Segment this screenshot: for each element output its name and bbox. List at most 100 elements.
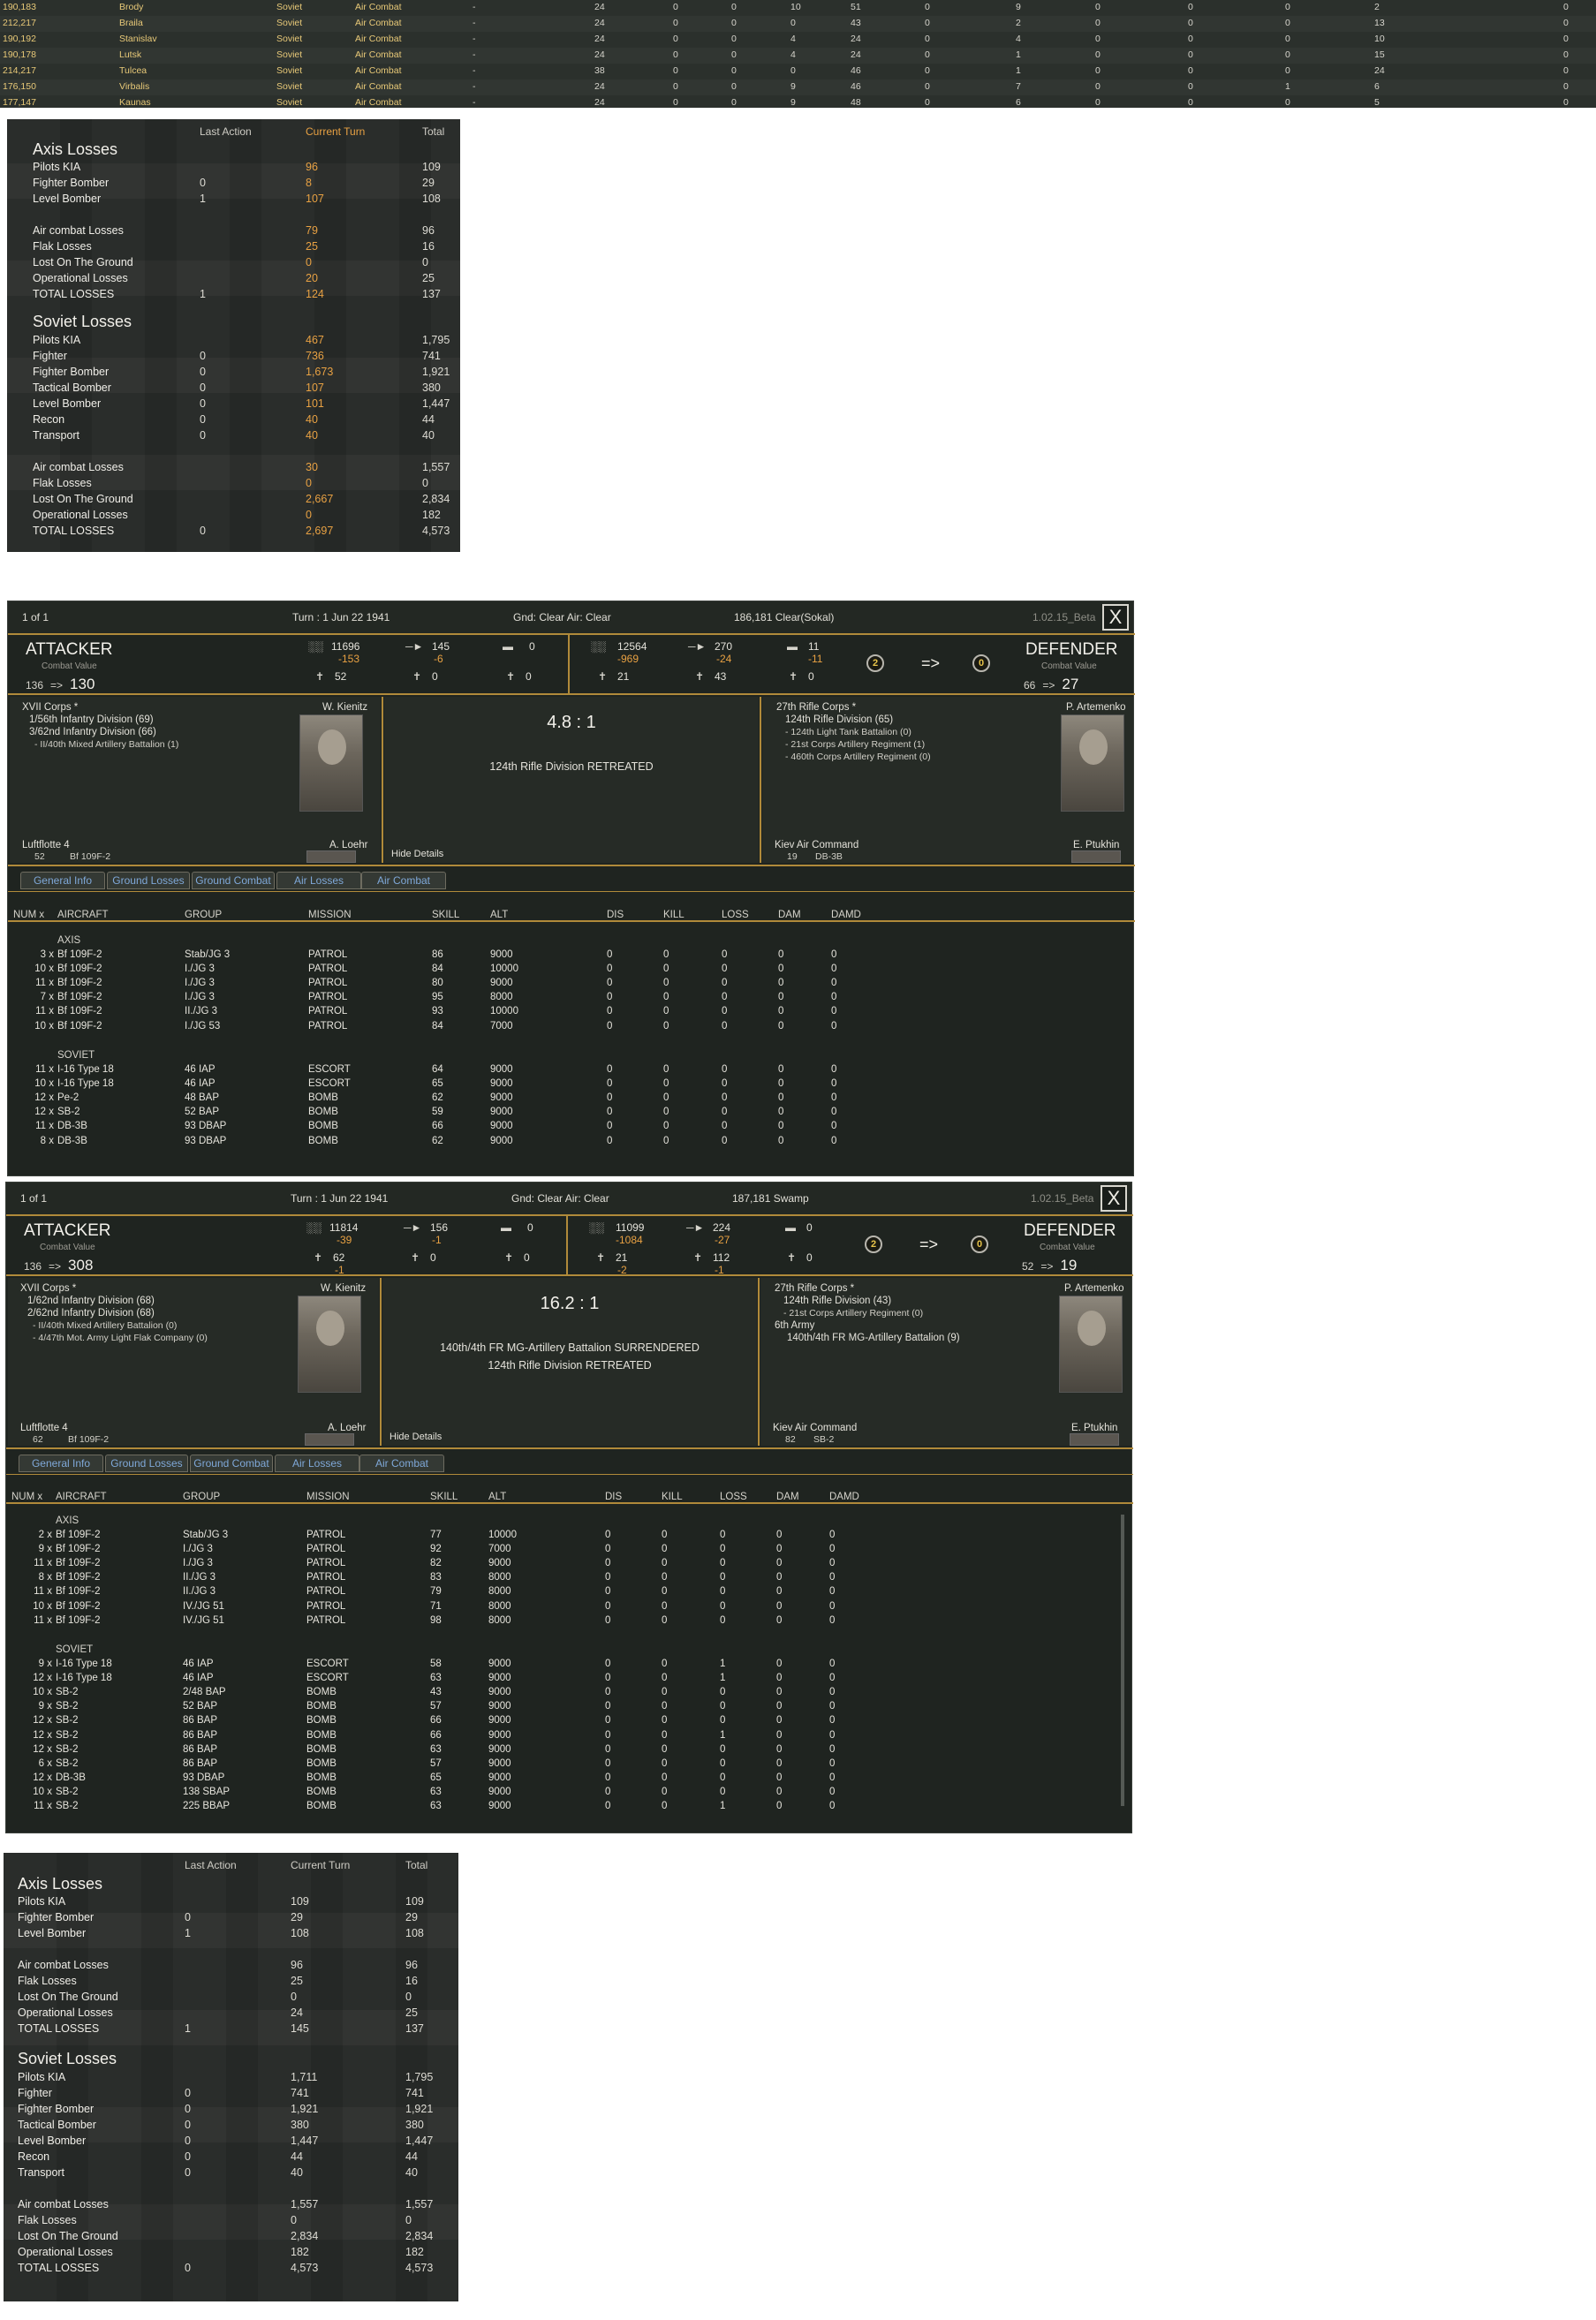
tab-air-losses[interactable]: Air Losses	[275, 1455, 359, 1472]
aircraft-cell: 57	[430, 1757, 442, 1769]
current-turn-value: 124	[306, 288, 324, 300]
plane-icon: ✝	[504, 1251, 514, 1264]
aircraft-cell: Bf 109F-2	[56, 1558, 101, 1569]
plane-icon: ✝	[596, 1251, 606, 1264]
close-button[interactable]: X	[1102, 604, 1129, 631]
air-combat-log-table: 190,183 Brody Soviet Air Combat -24 0 0 10 51 0 9 0…	[0, 0, 1596, 108]
defender-unit[interactable]: - 21st Corps Artillery Regiment (1)	[785, 739, 925, 750]
tab-general-info[interactable]: General Info	[20, 872, 105, 889]
close-button[interactable]: X	[1101, 1185, 1127, 1212]
log-value: 51	[851, 2, 861, 12]
log-value: 0	[673, 65, 678, 76]
total-value: 16	[405, 1975, 418, 1987]
aircraft-cell: 0	[831, 1121, 837, 1132]
tab-air-combat[interactable]: Air Combat	[359, 1455, 444, 1472]
log-value: 0	[1563, 49, 1569, 60]
plane-icon: ✝	[506, 670, 516, 683]
defender-unit[interactable]: 6th Army	[775, 1320, 814, 1331]
tab-air-combat[interactable]: Air Combat	[361, 872, 446, 889]
leader: -	[473, 34, 476, 44]
log-value: 1	[1285, 81, 1290, 92]
tab-ground-combat[interactable]: Ground Combat	[192, 872, 275, 889]
aircraft-cell: I-16 Type 18	[57, 1078, 114, 1090]
aircraft-cell: 0	[605, 1715, 611, 1727]
loss-row: Lost On The Ground 2,834 2,834	[4, 2230, 458, 2246]
coordinates: 177,147	[3, 97, 36, 108]
current-turn-value: 2,667	[306, 493, 334, 505]
attacker-unit[interactable]: 2/62nd Infantry Division (68)	[27, 1308, 155, 1319]
attacker-units-panel: XVII Corps * 1/56th Infantry Division (69…	[10, 697, 381, 863]
aircraft-cell: 0	[720, 1572, 726, 1583]
attacker-unit[interactable]: - II/40th Mixed Artillery Battalion (1)	[34, 739, 178, 750]
tab-air-losses[interactable]: Air Losses	[276, 872, 361, 889]
hide-details-button[interactable]: Hide Details	[391, 849, 443, 859]
side: Soviet	[276, 49, 303, 60]
column-header: KILL	[663, 910, 685, 920]
aircraft-cell: 58	[430, 1659, 442, 1669]
aircraft-cell: 0	[605, 1544, 611, 1555]
defender-unit[interactable]: - 124th Light Tank Battalion (0)	[785, 727, 911, 737]
total-value: 1,921	[422, 366, 450, 378]
soviet-section-label: SOVIET	[57, 1050, 95, 1061]
aircraft-count: 21	[616, 1251, 628, 1264]
defender-unit[interactable]: 140th/4th FR MG-Artillery Battalion (9)	[787, 1333, 960, 1343]
attacker-air-count: 62	[33, 1434, 43, 1445]
aircraft-cell: 0	[829, 1786, 836, 1797]
aircraft-cell: 86 BAP	[183, 1757, 217, 1769]
defender-unit[interactable]: 27th Rifle Corps *	[776, 702, 856, 713]
loss-row: Tactical Bomber 0 380 380	[4, 2119, 458, 2135]
attacker-unit[interactable]: 1/62nd Infantry Division (68)	[27, 1296, 155, 1306]
defender-unit[interactable]: 124th Rifle Division (43)	[783, 1296, 891, 1306]
aircraft-cell: 0	[776, 1715, 783, 1727]
soviet-section-label: SOVIET	[56, 1644, 94, 1655]
table-scrollbar[interactable]	[1121, 1515, 1124, 1806]
divider	[758, 1278, 760, 1446]
aircraft-cell: PATROL	[308, 1020, 348, 1032]
defender-unit[interactable]: - 460th Corps Artillery Regiment (0)	[785, 752, 931, 762]
defender-unit[interactable]: 124th Rifle Division (65)	[785, 714, 893, 725]
last-action-value: 0	[185, 1911, 191, 1923]
aircraft-cell: 0	[662, 1544, 668, 1555]
current-turn-value: 108	[291, 1927, 309, 1939]
defender-unit[interactable]: 27th Rifle Corps *	[775, 1283, 854, 1294]
defender-leader-portrait	[1059, 1296, 1123, 1393]
aircraft-cell: 10000	[490, 964, 518, 975]
attacker-unit[interactable]: - II/40th Mixed Artillery Battalion (0)	[33, 1320, 177, 1331]
log-value: 0	[1095, 81, 1101, 92]
last-action-value: 0	[185, 2103, 191, 2115]
aircraft-cell: 0	[720, 1757, 726, 1769]
defender-units-panel: 27th Rifle Corps * 124th Rifle Division (…	[760, 1278, 1131, 1446]
hide-details-button[interactable]: Hide Details	[390, 1432, 442, 1442]
fort-level-before: 2	[866, 654, 884, 672]
last-action-value: 1	[200, 288, 206, 300]
tab-ground-losses[interactable]: Ground Losses	[105, 1455, 188, 1472]
attacker-units-panel: XVII Corps * 1/62nd Infantry Division (68…	[8, 1278, 379, 1446]
tab-general-info[interactable]: General Info	[19, 1455, 103, 1472]
attacker-unit[interactable]: XVII Corps *	[22, 702, 78, 713]
attacker-air-hq: Luftflotte 4	[20, 1423, 68, 1433]
aircraft-row: 12 x SB-2 52 BAP BOMB 59 9000 0 0 0 0 0	[8, 1107, 1133, 1121]
plane-icon: ✝	[314, 1251, 323, 1264]
weather: Gnd: Clear Air: Clear	[511, 1192, 609, 1205]
current-turn-value: 741	[291, 2087, 309, 2099]
log-value: 4	[1016, 34, 1021, 44]
aircraft-cell: 0	[607, 978, 613, 989]
aircraft-cell: 0	[722, 1020, 728, 1032]
attacker-unit[interactable]: 1/56th Infantry Division (69)	[29, 714, 154, 725]
current-turn-value: 109	[291, 1895, 309, 1908]
attacker-unit[interactable]: 3/62nd Infantry Division (66)	[29, 727, 156, 737]
defender-unit[interactable]: - 21st Corps Artillery Regiment (0)	[783, 1308, 923, 1319]
axis-section-label: AXIS	[57, 935, 81, 946]
current-turn-value: 1,447	[291, 2135, 319, 2147]
attacker-unit[interactable]: - 4/47th Mot. Army Light Flak Company (0…	[33, 1333, 208, 1343]
aircraft-cell: 0	[829, 1715, 836, 1727]
tab-ground-losses[interactable]: Ground Losses	[107, 872, 190, 889]
aircraft-count: 6 x	[38, 1757, 52, 1769]
side: Soviet	[276, 34, 303, 44]
loss-row: TOTAL LOSSES 1 145 137	[4, 2022, 458, 2038]
aircraft-cell: 0	[829, 1701, 836, 1712]
cv-arrow: =>	[50, 679, 64, 691]
attacker-unit[interactable]: XVII Corps *	[20, 1283, 76, 1294]
tab-ground-combat[interactable]: Ground Combat	[190, 1455, 273, 1472]
current-turn-value: 1,921	[291, 2103, 319, 2115]
